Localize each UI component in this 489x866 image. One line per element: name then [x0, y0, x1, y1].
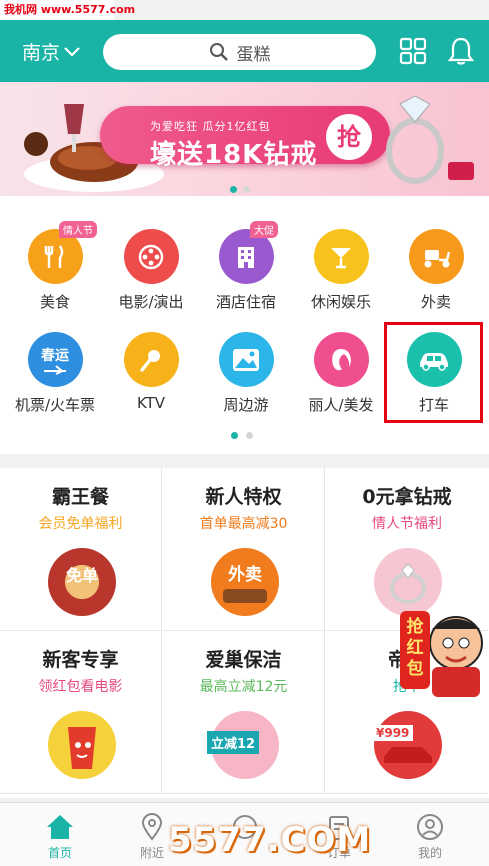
promo-title: 爱巢保洁: [205, 649, 282, 671]
woman-face-icon: [313, 332, 369, 387]
film-reel-icon: [123, 229, 179, 284]
category-label: 酒店住宿: [215, 293, 276, 311]
spring-festival-text: 春运: [41, 347, 69, 364]
banner-title: 壕送18K钻戒: [150, 140, 318, 170]
grab-button[interactable]: 抢: [326, 114, 372, 160]
promo-subtitle: 领红包看电影: [38, 679, 123, 695]
popcorn-cup-image: [48, 711, 116, 779]
category-pager: [231, 432, 253, 439]
pager-dot: [230, 186, 237, 193]
category-grid-icon[interactable]: [398, 36, 428, 66]
search-icon: [209, 43, 228, 61]
promo-image-text: ¥999: [372, 725, 414, 741]
tag-badge: 大促: [250, 221, 278, 238]
category-label: 外卖: [420, 293, 451, 311]
tab-label: 首页: [47, 846, 72, 860]
red-envelope-button[interactable]: 抢红包: [398, 603, 486, 699]
category-label: 机票/火车票: [14, 396, 96, 414]
tag-badge: 情人节: [59, 221, 97, 238]
scooter-icon: [408, 229, 464, 284]
chevron-down-icon: [64, 46, 80, 57]
red-envelope-text: 抢红包: [406, 617, 424, 679]
cocktail-icon: [313, 229, 369, 284]
category-hotel[interactable]: 大促 酒店住宿: [198, 221, 294, 312]
category-takeout[interactable]: 外卖: [388, 229, 484, 312]
plane-icon: 春运: [27, 332, 83, 387]
landscape-icon: [218, 332, 274, 387]
promo-subtitle: 最高立减12元: [199, 679, 288, 695]
category-label: 休闲娱乐: [310, 293, 371, 311]
promo-subtitle: 情人节福利: [372, 516, 442, 532]
microphone-icon: [123, 332, 179, 387]
promo-subtitle: 会员免单福利: [38, 516, 123, 532]
category-food[interactable]: 情人节 美食: [7, 221, 103, 312]
category-label: KTV: [136, 394, 166, 412]
user-icon: [417, 814, 443, 840]
food-tray-shape: [223, 589, 267, 603]
tab-label: 我的: [417, 846, 442, 860]
promo-card-free-meal[interactable]: 霸王餐 会员免单福利 免单: [0, 468, 162, 631]
category-movie[interactable]: 电影/演出: [103, 229, 199, 312]
category-leisure[interactable]: 休闲娱乐: [293, 229, 389, 312]
top-header: 南京 蛋糕: [0, 20, 489, 82]
category-ktv[interactable]: KTV: [103, 332, 199, 412]
category-label: 丽人/美发: [308, 396, 374, 414]
pager-dot: [243, 186, 250, 193]
location-pin-icon: [141, 813, 163, 841]
city-label: 南京: [22, 42, 61, 64]
promo-title: 0元拿钻戒: [362, 486, 452, 508]
category-label: 电影/演出: [118, 293, 184, 311]
search-input[interactable]: 蛋糕: [103, 34, 376, 70]
tab-profile[interactable]: 我的: [395, 813, 465, 861]
promo-title: 霸王餐: [51, 486, 109, 508]
banner-pager: [230, 186, 250, 193]
promo-card-new-user[interactable]: 新人特权 首单最高减30 外卖: [163, 468, 325, 631]
category-tickets[interactable]: 春运 机票/火车票: [7, 332, 103, 415]
pager-dot: [231, 432, 238, 439]
promo-image-text: 立减12: [207, 731, 260, 754]
takeout-image: 外卖: [211, 548, 279, 616]
home-icon: [47, 815, 73, 839]
car-deal-image: ¥999: [372, 711, 442, 779]
watermark-bottom: 5577.COM: [168, 820, 372, 860]
promo-banner[interactable]: 为爱吃狂 瓜分1亿红包 壕送18K钻戒 抢: [0, 82, 489, 196]
banner-subtitle: 为爱吃狂 瓜分1亿红包: [150, 120, 271, 133]
free-meal-image: 免单: [48, 548, 116, 616]
promo-title: 新人特权: [205, 486, 282, 508]
watermark-top: 我机网 www.5577.com: [0, 0, 135, 20]
category-label: 周边游: [223, 396, 269, 414]
ring-image: [386, 96, 474, 184]
search-placeholder: 蛋糕: [236, 44, 271, 65]
promo-image-text: 外卖: [228, 565, 262, 585]
tab-home[interactable]: 首页: [25, 813, 95, 861]
category-label: 美食: [39, 293, 70, 311]
category-nearby-trip[interactable]: 周边游: [198, 332, 294, 415]
city-selector[interactable]: 南京: [22, 38, 80, 65]
promo-image-text: 免单: [65, 566, 98, 585]
promo-subtitle: 首单最高减30: [199, 516, 288, 532]
highlight-box: [384, 322, 483, 423]
promo-card-cleaning[interactable]: 爱巢保洁 最高立减12元 立减12: [163, 631, 325, 794]
cleaning-image: 立减12: [207, 711, 279, 779]
bell-icon[interactable]: [446, 36, 476, 66]
promo-card-movie[interactable]: 新客专享 领红包看电影: [0, 631, 162, 794]
pager-dot: [246, 432, 253, 439]
category-beauty[interactable]: 丽人/美发: [293, 332, 389, 415]
promo-title: 新客专享: [42, 649, 119, 671]
